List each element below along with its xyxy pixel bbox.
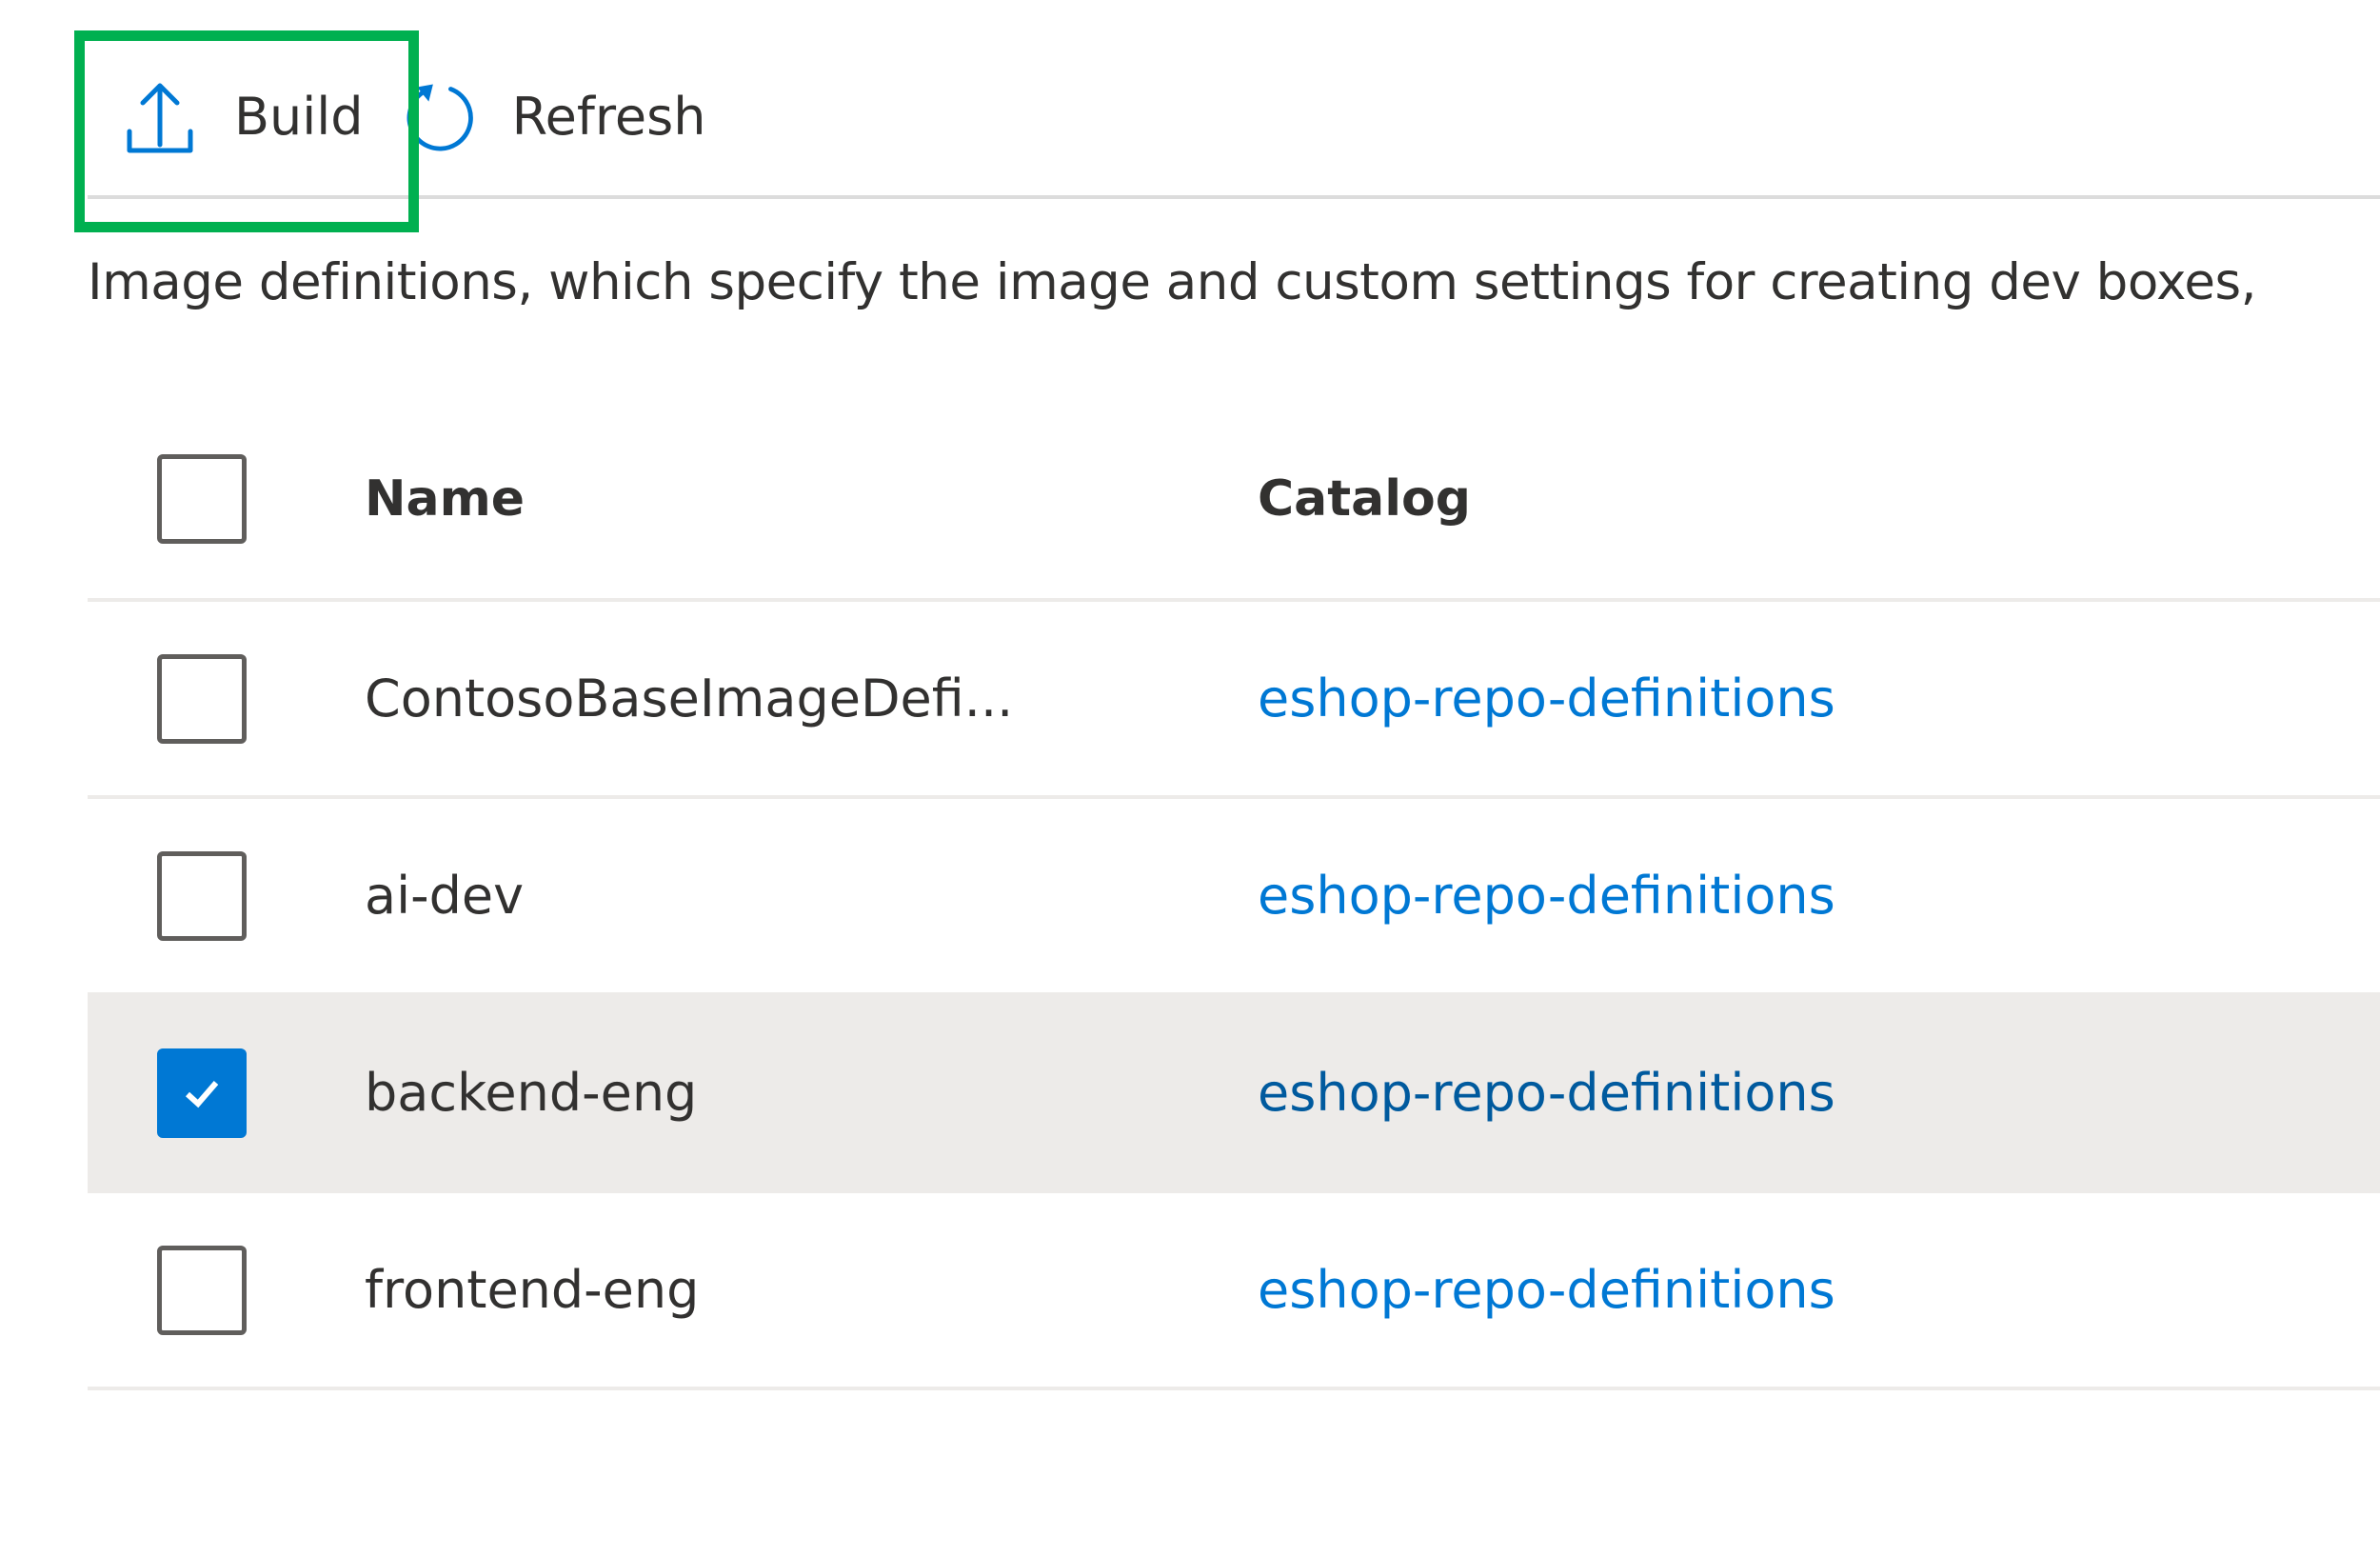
- column-header-catalog[interactable]: Catalog: [1258, 470, 1471, 528]
- page-description: Image definitions, which specify the ima…: [88, 253, 2256, 311]
- build-label: Build: [234, 86, 364, 147]
- command-bar: Build Refresh: [88, 50, 2380, 199]
- row-checkbox[interactable]: [157, 653, 247, 744]
- row-name: backend-eng: [365, 1063, 698, 1123]
- table-row[interactable]: ai-dev eshop-repo-definitions: [88, 799, 2380, 996]
- row-name: frontend-eng: [365, 1260, 700, 1320]
- row-checkbox[interactable]: [157, 850, 247, 941]
- refresh-icon: [404, 78, 476, 154]
- refresh-button[interactable]: Refresh: [385, 50, 727, 183]
- refresh-label: Refresh: [511, 86, 706, 147]
- catalog-link[interactable]: eshop-repo-definitions: [1258, 669, 1835, 729]
- catalog-link[interactable]: eshop-repo-definitions: [1258, 1063, 1835, 1123]
- column-header-name[interactable]: Name: [365, 470, 1258, 528]
- table-row[interactable]: frontend-eng eshop-repo-definitions: [88, 1193, 2380, 1390]
- row-checkbox[interactable]: [157, 1245, 247, 1335]
- build-button[interactable]: Build: [88, 50, 385, 183]
- image-definitions-table: Name Catalog ContosoBaseImageDefi... esh…: [88, 400, 2380, 1390]
- table-header-row: Name Catalog: [88, 400, 2380, 602]
- table-row[interactable]: ContosoBaseImageDefi... eshop-repo-defin…: [88, 602, 2380, 799]
- catalog-link[interactable]: eshop-repo-definitions: [1258, 866, 1835, 926]
- image-definitions-page: Build Refresh Image definitions, which s…: [0, 0, 2380, 1557]
- row-name: ContosoBaseImageDefi...: [365, 669, 1014, 729]
- row-name: ai-dev: [365, 866, 525, 926]
- row-checkbox[interactable]: [157, 1048, 247, 1138]
- select-all-checkbox[interactable]: [157, 454, 247, 544]
- upload-icon: [124, 78, 196, 154]
- catalog-link[interactable]: eshop-repo-definitions: [1258, 1260, 1835, 1320]
- table-row[interactable]: backend-eng eshop-repo-definitions: [88, 996, 2380, 1193]
